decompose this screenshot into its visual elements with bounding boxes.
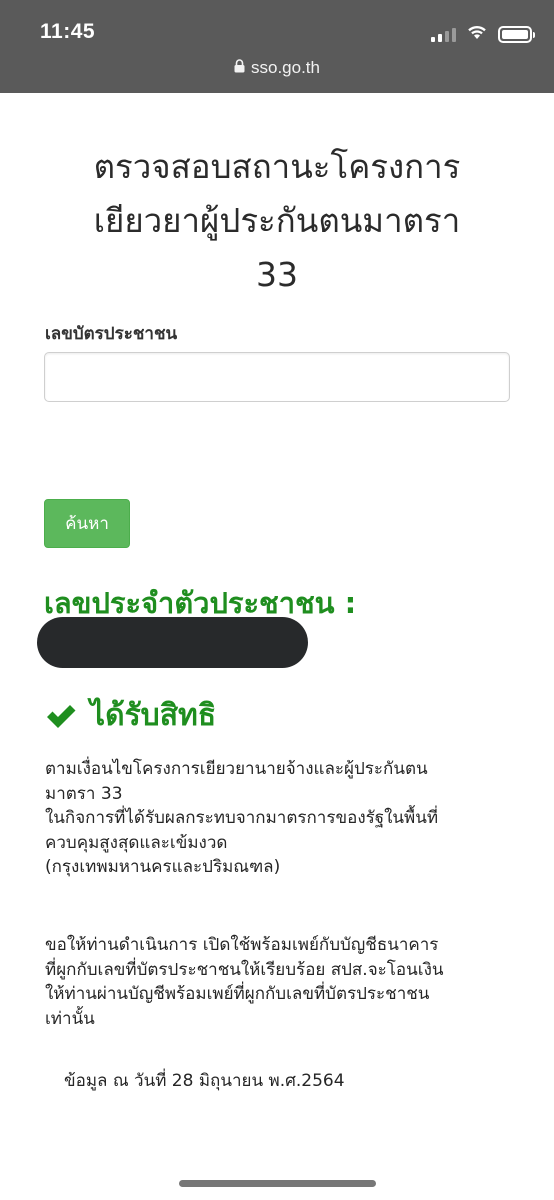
conditions-line: ควบคุมสูงสุดและเข้มงวด	[45, 832, 228, 853]
conditions-paragraph: ตามเงื่อนไขโครงการเยียวยานายจ้างและผู้ปร…	[45, 757, 515, 880]
address-bar[interactable]: sso.go.th	[0, 58, 554, 78]
battery-icon	[498, 25, 535, 43]
instructions-line: เท่านั้น	[45, 1008, 95, 1029]
title-line-3: 33	[256, 255, 298, 294]
lock-icon	[234, 58, 245, 78]
title-line-1: ตรวจสอบสถานะโครงการ	[93, 147, 461, 186]
title-line-2: เยียวยาผู้ประกันตนมาตรา	[93, 201, 461, 240]
status-bar: 11:45 sso.go.th	[0, 0, 554, 93]
data-as-of-date: ข้อมูล ณ วันที่ 28 มิถุนายน พ.ศ.2564	[64, 1071, 345, 1091]
url-text: sso.go.th	[251, 58, 320, 77]
conditions-line: ในกิจการที่ได้รับผลกระทบจากมาตรการของรัฐ…	[45, 808, 439, 828]
redacted-id-number	[37, 617, 308, 668]
clock: 11:45	[40, 20, 96, 43]
status-text: ได้รับสิทธิ	[90, 698, 217, 733]
check-icon	[44, 699, 78, 733]
instructions-line: ขอให้ท่านดำเนินการ เปิดใช้พร้อมเพย์กับบั…	[45, 935, 439, 955]
instructions-line: ที่ผูกกับเลขที่บัตรประชาชนให้เรียบร้อย ส…	[45, 959, 444, 980]
eligibility-status: ได้รับสิทธิ	[44, 692, 216, 739]
instructions-line: ให้ท่านผ่านบัญชีพร้อมเพย์ที่ผูกกับเลขที่…	[45, 984, 430, 1004]
conditions-line: (กรุงเทพมหานครและปริมณฑล)	[45, 857, 281, 877]
wifi-icon	[466, 24, 488, 44]
instructions-paragraph: ขอให้ท่านดำเนินการ เปิดใช้พร้อมเพย์กับบั…	[45, 933, 515, 1031]
page-title: ตรวจสอบสถานะโครงการ เยียวยาผู้ประกันตนมา…	[40, 140, 514, 302]
signal-icon	[431, 27, 456, 42]
id-card-input[interactable]	[44, 352, 510, 402]
search-button[interactable]: ค้นหา	[44, 499, 130, 548]
home-indicator[interactable]	[179, 1180, 376, 1187]
conditions-line: ตามเงื่อนไขโครงการเยียวยานายจ้างและผู้ปร…	[45, 759, 428, 779]
system-icons	[431, 24, 535, 44]
conditions-line: มาตรา 33	[45, 783, 123, 804]
id-card-label: เลขบัตรประชาชน	[45, 324, 178, 344]
